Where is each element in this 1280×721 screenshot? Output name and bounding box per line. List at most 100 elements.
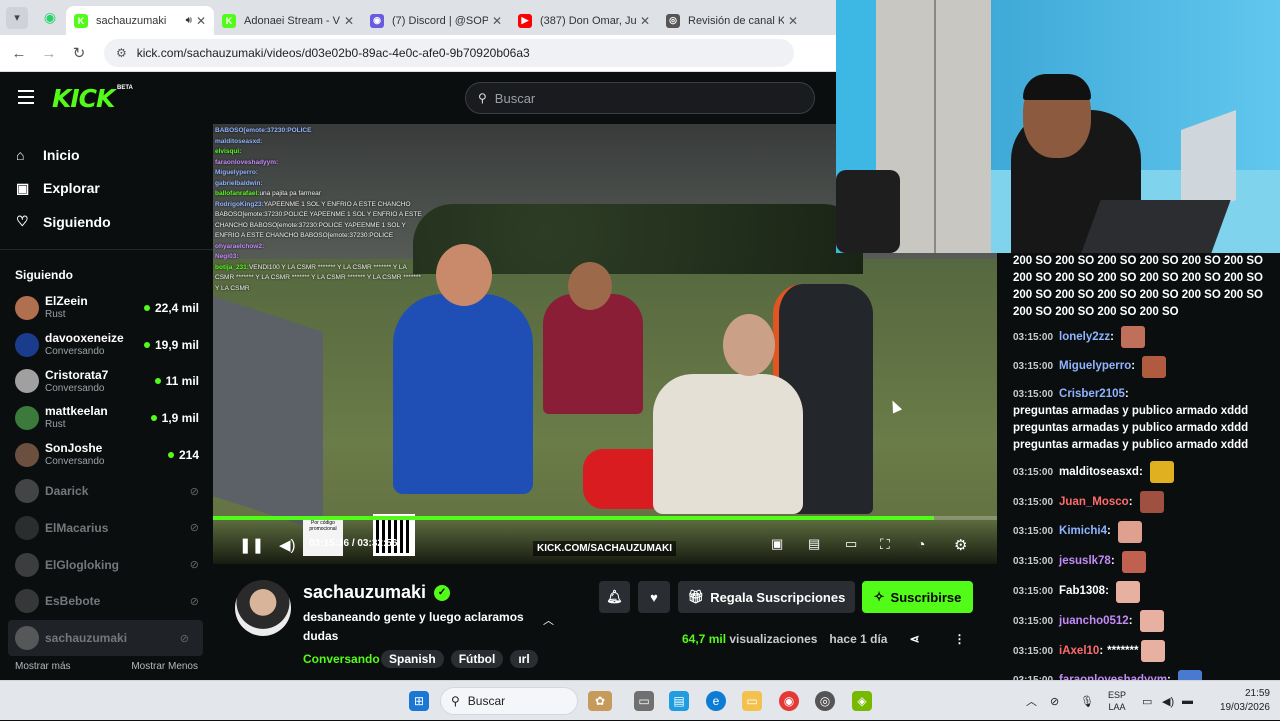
obs-icon[interactable]: ◎ [815,691,835,711]
speed-icon[interactable]: ◔ [917,536,925,552]
viewer-count-text: 214 [178,447,199,462]
widgets-icon[interactable]: ✿ [588,691,612,711]
fullscreen-icon[interactable]: ⛶ [880,536,890,553]
channel-name[interactable]: sachauzumaki ✓ [303,582,451,603]
avatar [15,552,39,577]
chat-username[interactable]: Fab1308 [1059,583,1105,600]
gift-subs-button[interactable]: 🎁︎ Regala Suscripciones [678,581,855,613]
language-indicator[interactable]: ESP LAA [1108,681,1126,721]
chevron-up-icon[interactable]: ︿ [543,612,554,628]
following-item[interactable]: SonJoshe Conversando 214 [0,436,213,473]
reload-icon[interactable]: ↻ [64,44,94,62]
following-item[interactable]: davooxeneize Conversando 19,9 mil [0,326,213,363]
windows-start-icon[interactable]: ⊞ [409,691,429,711]
browser-tab[interactable]: ▶ (387) Don Omar, Ju ✕ [510,6,658,35]
chat-username[interactable]: Crisber2105 [1059,386,1125,403]
close-tab-icon[interactable]: ✕ [492,14,502,28]
stream-tag[interactable]: Spanish [381,650,444,668]
close-tab-icon[interactable]: ✕ [788,14,798,28]
webcam-overlay [836,0,1280,253]
chat-timestamp: 03:15:00 [1013,672,1053,680]
nav-label: Explorar [43,180,100,197]
time-separator: / [351,538,355,549]
sidebar-nav-inicio[interactable]: ⌂ Inicio [16,138,213,172]
taskbar-search[interactable]: ⚲ Buscar [440,687,578,715]
stream-tag[interactable]: Fútbol [450,650,504,668]
battery-icon[interactable]: ▬ [1182,681,1193,721]
chat-username[interactable]: Miguelyperro [1059,358,1131,375]
site-info-icon[interactable]: ⚙ [116,46,127,60]
close-tab-icon[interactable]: ✕ [640,14,650,28]
chat-username[interactable]: malditoseasxd [1059,464,1139,481]
back-icon[interactable]: ← [4,45,34,62]
following-item[interactable]: ElZeein Rust 22,4 mil [0,290,213,327]
browser-tab[interactable]: K Adonaei Stream - V ✕ [214,6,362,35]
verified-icon: ✓ [434,584,451,601]
chat-username[interactable]: Kimichi4 [1059,523,1107,540]
microphone-icon[interactable]: 🎙︎ [1080,681,1094,721]
chat-username[interactable]: Juan_Mosco [1059,494,1129,511]
tab-audio-icon[interactable]: 🔊︎ [186,15,192,26]
show-less-button[interactable]: Mostrar Menos [131,661,198,672]
volume-icon[interactable]: ◀) [279,536,296,554]
close-tab-icon[interactable]: ✕ [196,14,206,28]
task-view-icon[interactable]: ▭ [634,691,654,711]
system-clock[interactable]: 21:59 19/03/2026 [1200,687,1270,715]
app-icon[interactable]: ▤ [669,691,689,711]
video-progress-fill [213,516,935,520]
category-link[interactable]: Conversando [303,652,380,666]
file-explorer-icon[interactable]: ▭ [742,691,762,711]
notification-bell-button[interactable]: 🔔︎ [599,581,630,613]
clip-icon[interactable]: ▤ [808,536,820,552]
network-off-icon[interactable]: ⊘ [1050,681,1059,721]
subscribe-button[interactable]: ✧ Suscribirse [862,581,973,613]
following-item[interactable]: ElMacarius ⊘ [0,510,213,547]
following-item[interactable]: Cristorata7 Conversando 11 mil [0,363,213,400]
settings-icon[interactable]: ⚙ [954,536,967,554]
miniplayer-icon[interactable]: ▣ [771,536,783,552]
tray-chevron-icon[interactable]: ︿ [1026,681,1037,721]
forward-icon[interactable]: → [34,45,64,62]
chat-colon: : [1167,672,1171,680]
following-item[interactable]: Daarick ⊘ [0,473,213,510]
chrome-icon[interactable]: ◉ [779,691,799,711]
following-item[interactable]: mattkeelan Rust 1,9 mil [0,400,213,437]
following-name: Daarick [45,484,89,499]
following-item[interactable]: sachauzumaki ⊘ [8,619,203,657]
chat-username[interactable]: jesuslk78 [1059,553,1111,570]
share-icon[interactable]: ⋖ [909,632,919,646]
stream-tag[interactable]: ırl [510,650,538,668]
pause-icon[interactable]: ❚❚ [239,536,264,554]
following-item[interactable]: ElGlogloking ⊘ [0,546,213,583]
whatsapp-pinned-tab[interactable]: ◉ [39,7,61,29]
chat-username[interactable]: lonely2zz [1059,329,1110,346]
show-more-button[interactable]: Mostrar más [15,661,71,672]
chat-username[interactable]: juancho0512 [1059,613,1129,630]
tab-list-button[interactable]: ▾ [6,6,28,29]
browser-tab[interactable]: ◉ (7) Discord | @SOP ✕ [362,6,510,35]
volume-tray-icon[interactable]: ◀) [1162,681,1174,721]
follow-heart-button[interactable]: ♥ [638,581,670,613]
chat-username[interactable]: iAxel10 [1059,643,1099,660]
edge-icon[interactable]: e [706,691,726,711]
nvidia-icon[interactable]: ◈ [852,691,872,711]
display-icon[interactable]: ▭ [1142,681,1152,721]
following-item[interactable]: EsBebote ⊘ [0,583,213,620]
url-field[interactable]: ⚙ kick.com/sachauzumaki/videos/d03e02b0-… [104,39,794,67]
channel-avatar[interactable] [235,580,291,636]
sidebar-nav-siguiendo[interactable]: ♡ Siguiendo [16,205,213,239]
sidebar-nav-explorar[interactable]: ▣ Explorar [16,172,213,206]
more-options-icon[interactable]: ⋮ [954,632,966,646]
following-info: mattkeelan Rust [45,404,151,431]
video-progress-bar[interactable] [213,516,997,520]
menu-icon[interactable] [18,90,34,104]
search-input[interactable]: ⚲ Buscar [465,82,815,114]
browser-tab[interactable]: Ksachauzumaki 🔊︎ ✕ [66,6,214,35]
browser-tab[interactable]: ◎ Revisión de canal K ✕ [658,6,806,35]
chat-emote-icon [1177,669,1202,680]
chat-username[interactable]: faraonloveshadyym [1059,672,1167,680]
views-label: visualizaciones [729,632,818,646]
kick-logo[interactable]: KICK [52,84,115,113]
theater-mode-icon[interactable]: ▭ [845,536,857,552]
close-tab-icon[interactable]: ✕ [344,14,354,28]
